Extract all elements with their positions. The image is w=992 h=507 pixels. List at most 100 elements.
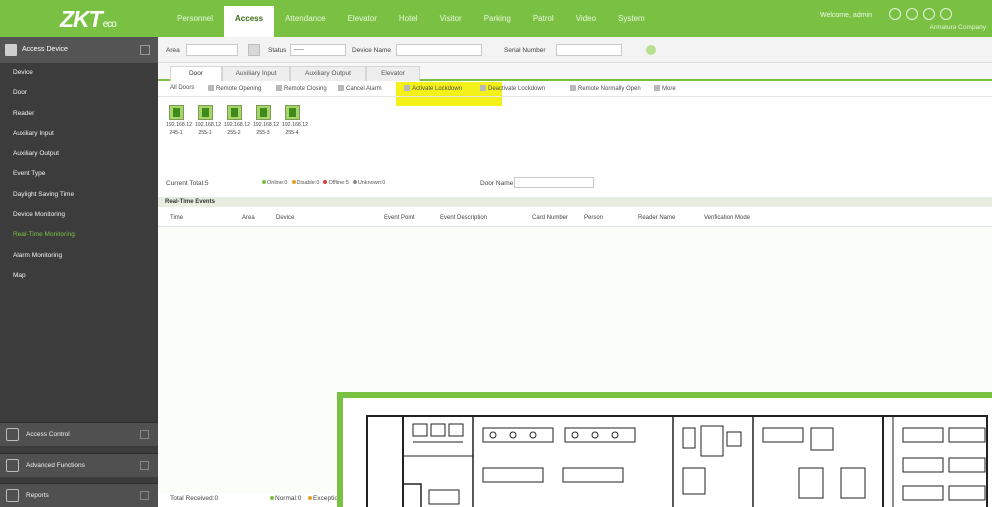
serial-number-input[interactable] [556,44,622,56]
door-name: 255-3 [256,130,270,136]
access-device-icon [5,44,17,56]
col-event-description[interactable]: Event Description [440,215,487,221]
tab-door[interactable]: Door [170,66,222,81]
door-name: 255-1 [198,130,212,136]
nav-elevator[interactable]: Elevator [337,0,388,37]
status-select[interactable]: ----- [290,44,346,56]
nav-hotel[interactable]: Hotel [388,0,429,37]
header-icons [889,8,952,20]
nav-access[interactable]: Access [224,6,275,37]
door-ip: 192.168.12 [166,122,192,128]
col-card-number[interactable]: Card Number [532,215,568,221]
real-time-events-title: Real-Time Events [158,197,992,207]
col-reader-name[interactable]: Reader Name [638,215,675,221]
settings-icon[interactable] [906,8,918,20]
tab-elevator[interactable]: Elevator [366,66,420,81]
device-name-input[interactable] [396,44,482,56]
nav-system[interactable]: System [607,0,656,37]
col-person[interactable]: Person [584,215,603,221]
help-icon[interactable] [923,8,935,20]
nav-visitor[interactable]: Visitor [429,0,473,37]
sidebar-section-reports[interactable]: Reports [0,483,158,507]
nav-personnel[interactable]: Personnel [166,0,224,37]
door-name: 245-1 [169,130,183,136]
door-tile[interactable]: 192.168.12 255-3 [253,105,279,136]
filter-bar: Area Status ----- Device Name Serial Num… [158,37,992,63]
sidebar-item-auxiliary-input[interactable]: Auxiliary Input [0,124,158,144]
area-picker-button[interactable] [248,44,260,56]
tab-auxiliary-output[interactable]: Auxiliary Output [290,66,366,81]
sidebar-section-access-control[interactable]: Access Control [0,422,158,446]
status-legend: Online:0 Disable:0 Offline:5 Unknown:0 [262,180,385,186]
sidebar-item-event-type[interactable]: Event Type [0,164,158,184]
door-tile[interactable]: 192.168.12 255-2 [224,105,250,136]
door-name: 255-4 [285,130,299,136]
more-button[interactable]: More [654,85,676,92]
col-area[interactable]: Area [242,215,255,221]
tab-auxiliary-input[interactable]: Auxiliary Input [222,66,290,81]
door-grid: 192.168.12 245-1 192.168.12 255-1 192.16… [166,105,308,136]
door-ip: 192.168.12 [282,122,308,128]
normal-count: Normal:0 [270,495,301,502]
lock-icon [6,428,19,441]
home-icon[interactable] [889,8,901,20]
sidebar-item-door[interactable]: Door [0,83,158,103]
sidebar-item-map[interactable]: Map [0,266,158,286]
cancel-alarm-button[interactable]: Cancel Alarm [338,85,382,92]
sidebar-item-reader[interactable]: Reader [0,104,158,124]
top-navigation-bar: ZKTeco Personnel Access Attendance Eleva… [0,0,992,37]
collapse-icon[interactable] [140,45,150,55]
search-icon[interactable] [646,45,656,55]
door-tile[interactable]: 192.168.12 255-4 [282,105,308,136]
col-verification-mode[interactable]: Verification Mode [704,215,750,221]
sidebar-item-alarm-monitoring[interactable]: Alarm Monitoring [0,246,158,266]
col-event-point[interactable]: Event Point [384,215,415,221]
door-ip: 192.168.12 [195,122,221,128]
col-time[interactable]: Time [170,215,183,221]
door-name: 255-2 [227,130,241,136]
door-icon [284,105,300,120]
all-doors-button[interactable]: All Doors [170,85,194,91]
sidebar-item-device[interactable]: Device [0,63,158,83]
remote-closing-button[interactable]: Remote Closing [276,85,327,92]
sidebar: Access Device Device Door Reader Auxilia… [0,37,158,507]
company-name: Armatura Company [929,24,986,31]
more-icon [654,85,660,91]
expand-icon [140,430,149,439]
area-label: Area [166,47,180,54]
current-total: Current Total:5 [166,180,209,187]
activate-lockdown-button[interactable]: Activate Lockdown [404,85,462,92]
user-greeting[interactable]: Welcome, admin [820,12,872,19]
sidebar-item-device-monitoring[interactable]: Device Monitoring [0,205,158,225]
nav-attendance[interactable]: Attendance [274,0,336,37]
sidebar-title: Access Device [22,46,68,53]
section-label: Access Control [26,431,70,438]
section-label: Reports [26,492,49,499]
close-icon [276,85,282,91]
lock-icon [404,85,410,91]
device-name-label: Device Name [352,47,392,54]
door-tile[interactable]: 192.168.12 255-1 [195,105,221,136]
door-ip: 192.168.12 [253,122,279,128]
nav-parking[interactable]: Parking [473,0,522,37]
nav-video[interactable]: Video [565,0,607,37]
col-device[interactable]: Device [276,215,294,221]
nav-patrol[interactable]: Patrol [522,0,565,37]
sidebar-item-auxiliary-output[interactable]: Auxiliary Output [0,144,158,164]
sidebar-item-daylight-saving-time[interactable]: Daylight Saving Time [0,185,158,205]
legend-disable: Disable:0 [291,180,319,186]
sidebar-item-real-time-monitoring[interactable]: Real-Time Monitoring [0,225,158,245]
sidebar-section-advanced-functions[interactable]: Advanced Functions [0,453,158,477]
door-name-input[interactable] [514,177,594,188]
logout-icon[interactable] [940,8,952,20]
deactivate-lockdown-button[interactable]: Deactivate Lockdown [480,85,545,92]
area-input[interactable] [186,44,238,56]
sidebar-header[interactable]: Access Device [0,37,158,63]
expand-icon [140,461,149,470]
sidebar-menu: Device Door Reader Auxiliary Input Auxil… [0,63,158,286]
status-label: Status [268,47,287,54]
unlock-icon [480,85,486,91]
remote-opening-button[interactable]: Remote Opening [208,85,261,92]
remote-normally-open-button[interactable]: Remote Normally Open [570,85,641,92]
door-tile[interactable]: 192.168.12 245-1 [166,105,192,136]
